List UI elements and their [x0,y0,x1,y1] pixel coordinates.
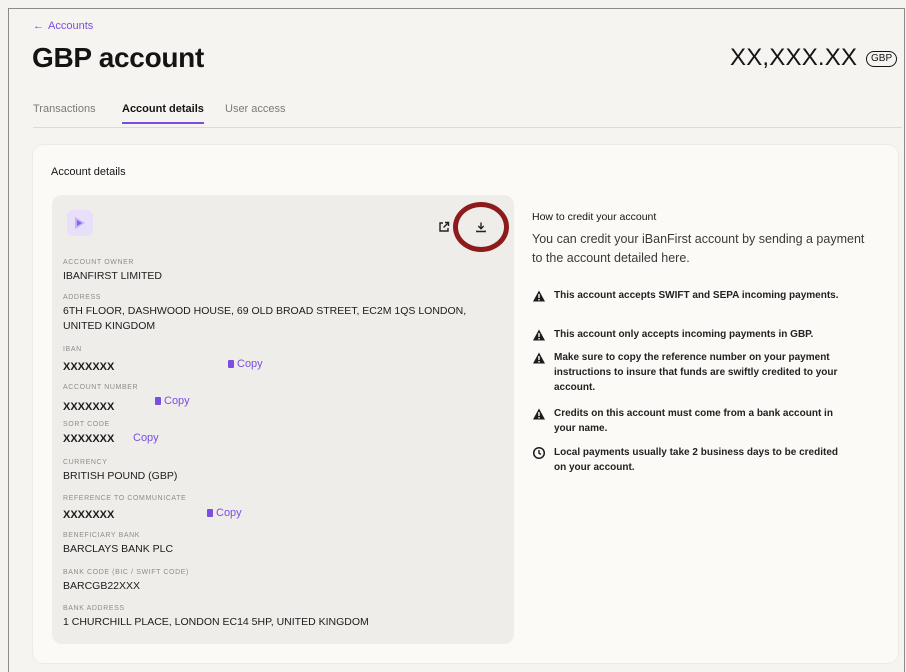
instructions-body: You can credit your iBanFirst account by… [532,232,865,265]
page-title: GBP account [32,42,205,73]
bank-details-panel: ACCOUNT OWNER IBANFIRST LIMITED ADDRESS … [52,195,514,644]
copy-sort-code-button[interactable]: Copy [133,432,159,444]
back-link[interactable]: ← Accounts [33,20,97,32]
ibanfirst-logo [67,210,93,236]
copy-label: Copy [164,395,190,407]
share-icon[interactable] [435,218,453,236]
instruction-item: Make sure to copy the reference number o… [532,350,852,395]
copy-account-number-button[interactable]: Copy [153,395,190,407]
instruction-item: Credits on this account must come from a… [532,406,852,436]
download-icon[interactable] [472,218,490,236]
credit-instructions: How to credit your account You can credi… [532,211,872,473]
copy-label: Copy [216,507,242,519]
arrow-left-icon: ← [33,20,44,32]
instructions-title: How to credit your account [532,211,657,223]
copy-icon [205,509,213,519]
beneficiary-bank-label: BENEFICIARY BANK [63,532,141,539]
warning-icon [533,408,545,420]
instruction-text: Local payments usually take 2 business d… [554,447,838,473]
address-label: ADDRESS [63,294,102,301]
copy-icon [226,360,234,370]
bic-value: BARCGB22XXX [63,580,141,592]
beneficiary-bank-value: BARCLAYS BANK PLC [63,543,174,555]
instruction-text: This account only accepts incoming payme… [554,329,814,340]
copy-icon [153,397,161,407]
instruction-text: This account accepts SWIFT and SEPA inco… [554,290,839,301]
sort-code-value: XXXXXXX [63,433,115,445]
back-link-label: Accounts [48,20,94,32]
instruction-item: Local payments usually take 2 business d… [532,445,852,475]
card-title: Account details [51,166,126,178]
account-details-card: Account details ACCOUNT OWNER IBANFIRST … [33,145,898,663]
instruction-text: Make sure to copy the reference number o… [554,352,838,393]
copy-label: Copy [133,432,159,444]
reference-value: XXXXXXX [63,509,115,521]
address-value: 6TH FLOOR, DASHWOOD HOUSE, 69 OLD BROAD … [63,305,467,332]
clock-icon [532,446,546,460]
owner-value: IBANFIRST LIMITED [63,270,162,282]
tab-user-access[interactable]: User access [225,103,286,122]
currency-label: CURRENCY [63,459,108,466]
account-number-label: ACCOUNT NUMBER [63,384,139,391]
instruction-text: Credits on this account must come from a… [554,408,833,434]
iban-label: IBAN [63,346,82,353]
warning-icon [533,352,545,364]
account-balance: XX,XXX.XX [730,44,858,71]
instruction-item: This account only accepts incoming payme… [532,327,852,342]
instruction-item: This account accepts SWIFT and SEPA inco… [532,288,852,303]
currency-value: BRITISH POUND (GBP) [63,470,178,482]
reference-label: REFERENCE TO COMMUNICATE [63,495,187,502]
tab-transactions[interactable]: Transactions [33,103,96,122]
tab-bar: Transactions Account details User access [33,103,902,128]
copy-reference-button[interactable]: Copy [205,507,242,519]
account-number-value: XXXXXXX [63,401,115,413]
warning-icon [533,290,545,302]
bic-label: BANK CODE (BIC / SWIFT CODE) [63,569,189,576]
bank-address-label: BANK ADDRESS [63,605,125,612]
copy-iban-button[interactable]: Copy [226,358,263,370]
iban-value: XXXXXXX [63,361,115,373]
warning-icon [533,329,545,341]
sort-code-label: SORT CODE [63,421,110,428]
owner-label: ACCOUNT OWNER [63,259,135,266]
tab-account-details[interactable]: Account details [122,103,204,124]
bank-address-value: 1 CHURCHILL PLACE, LONDON EC14 5HP, UNIT… [63,616,369,628]
currency-badge: GBP [866,51,898,67]
copy-label: Copy [237,358,263,370]
